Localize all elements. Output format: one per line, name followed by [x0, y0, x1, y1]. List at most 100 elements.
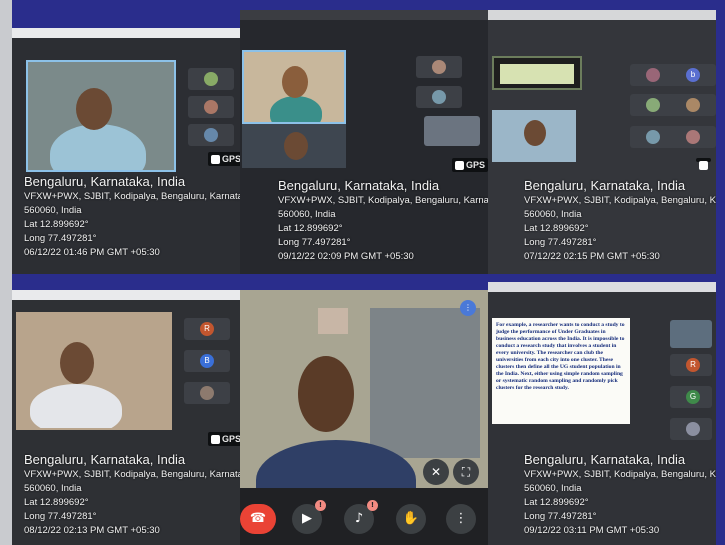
- stamp-lat: Lat 12.899692°: [524, 497, 589, 508]
- gps-badge: GPS: [208, 152, 240, 166]
- gps-label: GPS: [222, 434, 240, 444]
- stamp-city: Bengaluru, Karnataka, India: [24, 174, 186, 189]
- warning-badge: !: [315, 500, 326, 511]
- photo-tile-2: GPS Bengaluru, Karnataka, India VFXW+PWX…: [240, 10, 488, 274]
- speaker-body: [270, 96, 322, 122]
- stamp-lat: Lat 12.899692°: [24, 497, 89, 508]
- phone-hangup-icon: ☎: [249, 511, 267, 526]
- speaker-head: [76, 88, 112, 130]
- camera-off-icon: ▶: [302, 511, 312, 526]
- stamp-address: VFXW+PWX, SJBIT, Kodipalya, Bengaluru, K…: [524, 469, 716, 480]
- screen-photo: b Bengaluru, Karnataka, India VFXW+PWX, …: [488, 10, 716, 274]
- participant-avatar: B: [200, 354, 214, 368]
- participant-avatar: R: [686, 358, 700, 372]
- raise-hand-button[interactable]: ✋: [396, 504, 426, 534]
- more-vert-icon: ⋮: [454, 511, 468, 526]
- location-stamp: Bengaluru, Karnataka, India VFXW+PWX, SJ…: [24, 452, 240, 538]
- stamp-postal: 560060, India: [524, 209, 582, 220]
- speaker-body: [50, 124, 146, 170]
- participant-thumb: B: [184, 350, 230, 372]
- gps-label: GPS: [466, 160, 486, 170]
- avatar: [204, 72, 218, 86]
- gps-label: GPS: [222, 154, 240, 164]
- camera-feed: [240, 290, 488, 488]
- stamp-lat: Lat 12.899692°: [278, 223, 343, 234]
- avatar: [686, 130, 700, 144]
- participant-thumb: [670, 94, 716, 116]
- screen-photo: For example, a researcher wants to condu…: [488, 282, 716, 545]
- browser-tab-bar: [240, 10, 488, 20]
- stamp-datetime: 09/12/22 03:11 PM GMT +05:30: [524, 525, 660, 536]
- location-stamp: Bengaluru, Karnataka, India VFXW+PWX, SJ…: [278, 178, 488, 264]
- stamp-long: Long 77.497281°: [278, 237, 351, 248]
- photo-tile-5: For example, a researcher wants to condu…: [488, 282, 716, 545]
- browser-tab-bar: [488, 282, 716, 292]
- slide-paragraph: For example, a researcher wants to condu…: [496, 322, 625, 391]
- participant-thumb: [424, 116, 480, 146]
- stamp-long: Long 77.497281°: [524, 511, 597, 522]
- participant-thumb: [184, 382, 230, 404]
- speaker-head: [60, 342, 94, 384]
- avatar: [646, 130, 660, 144]
- stamp-city: Bengaluru, Karnataka, India: [278, 178, 440, 193]
- location-stamp: Bengaluru, Karnataka, India VFXW+PWX, SJ…: [524, 178, 716, 264]
- warning-badge: !: [367, 500, 378, 511]
- avatar: [686, 422, 700, 436]
- screen-photo: GPS Bengaluru, Karnataka, India VFXW+PWX…: [12, 28, 240, 274]
- mic-toggle-button[interactable]: ♪!: [344, 500, 378, 534]
- participant-thumb: R: [184, 318, 230, 340]
- stamp-postal: 560060, India: [24, 205, 82, 216]
- stamp-datetime: 09/12/22 02:09 PM GMT +05:30: [278, 251, 414, 262]
- avatar: [432, 60, 446, 74]
- browser-tab-bar: [12, 28, 240, 38]
- avatar: [646, 98, 660, 112]
- stamp-city: Bengaluru, Karnataka, India: [24, 452, 186, 467]
- stamp-long: Long 77.497281°: [524, 237, 597, 248]
- screen-photo: R B GPS Bengaluru, Karnataka, India VFXW…: [12, 290, 240, 545]
- screen-photo: GPS Bengaluru, Karnataka, India VFXW+PWX…: [240, 10, 488, 274]
- avatar: [200, 386, 214, 400]
- end-call-button[interactable]: ☎: [240, 504, 276, 534]
- stamp-long: Long 77.497281°: [24, 233, 97, 244]
- participant-thumb: [670, 320, 712, 348]
- speaker-head: [524, 120, 546, 146]
- photo-tile-1: GPS Bengaluru, Karnataka, India VFXW+PWX…: [12, 28, 240, 274]
- participant-thumb: [416, 86, 462, 108]
- stamp-city: Bengaluru, Karnataka, India: [524, 452, 686, 467]
- gps-badge: GPS: [452, 158, 488, 172]
- stamp-postal: 560060, India: [24, 483, 82, 494]
- meet-control-bar: ☎ ▶! ♪! ✋ ⋮: [240, 488, 488, 545]
- participant-thumb: b: [670, 64, 716, 86]
- stamp-address: VFXW+PWX, SJBIT, Kodipalya, Bengaluru, K…: [524, 195, 716, 206]
- self-head: [284, 132, 308, 160]
- avatar: [432, 90, 446, 104]
- fullscreen-icon[interactable]: ⛶: [453, 459, 479, 485]
- stamp-datetime: 06/12/22 01:46 PM GMT +05:30: [24, 247, 160, 258]
- participant-thumb: [670, 418, 712, 440]
- speaker-video: [242, 50, 346, 124]
- browser-tab-bar: [488, 10, 716, 20]
- camera-toggle-button[interactable]: ▶!: [292, 500, 326, 534]
- speaker-head: [298, 356, 354, 432]
- stamp-lat: Lat 12.899692°: [524, 223, 589, 234]
- stamp-postal: 560060, India: [278, 209, 336, 220]
- more-options-button[interactable]: ⋮: [446, 504, 476, 534]
- mic-off-icon: ♪: [354, 511, 364, 526]
- participant-thumb: G: [670, 386, 712, 408]
- speaker-video: [16, 312, 172, 430]
- stamp-lat: Lat 12.899692°: [24, 219, 89, 230]
- participant-thumb: [188, 96, 234, 118]
- avatar: [204, 100, 218, 114]
- avatar: [646, 68, 660, 82]
- wall-calendar: [318, 308, 348, 334]
- photo-tile-4: R B GPS Bengaluru, Karnataka, India VFXW…: [12, 290, 240, 545]
- meet-video-tile: ⋮ ✕ ⛶: [240, 290, 488, 488]
- slide-content: [500, 64, 574, 84]
- participant-thumb: [416, 56, 462, 78]
- photo-tile-3: b Bengaluru, Karnataka, India VFXW+PWX, …: [488, 10, 716, 274]
- participant-avatar: R: [200, 322, 214, 336]
- self-video: [242, 124, 346, 168]
- pin-off-icon[interactable]: ✕: [423, 459, 449, 485]
- gps-map-icon: [211, 155, 220, 164]
- stamp-city: Bengaluru, Karnataka, India: [524, 178, 686, 193]
